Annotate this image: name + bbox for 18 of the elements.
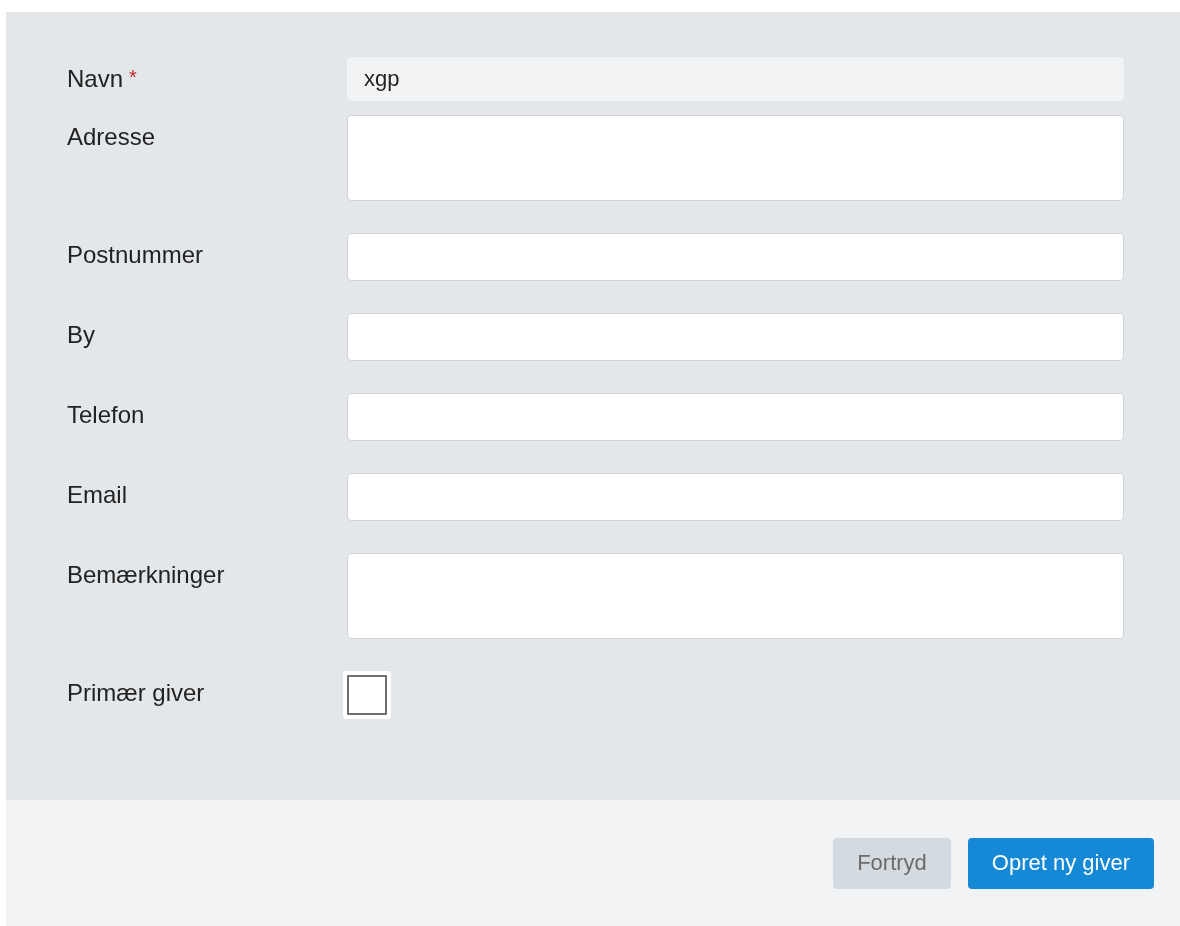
- input-field[interactable]: xgp: [347, 57, 1124, 101]
- field-label: Navn: [67, 67, 124, 91]
- input-field[interactable]: [347, 393, 1124, 441]
- text-area[interactable]: [347, 115, 1124, 201]
- field-label: Postnummer: [67, 243, 204, 267]
- input-field[interactable]: [347, 233, 1124, 281]
- field-label: Bemærkninger: [67, 563, 225, 587]
- input-field[interactable]: [347, 313, 1124, 361]
- cancel-button[interactable]: Fortryd: [833, 837, 951, 889]
- field-label: Adresse: [67, 125, 156, 149]
- field-label: Email: [67, 483, 127, 507]
- field-label: Primær giver: [67, 681, 205, 705]
- field-label: Telefon: [67, 403, 145, 427]
- input-field[interactable]: [347, 473, 1124, 521]
- required-mark: *: [129, 67, 137, 90]
- field-label: By: [67, 323, 95, 347]
- create-button[interactable]: Opret ny giver: [967, 837, 1154, 889]
- text-area[interactable]: [347, 553, 1124, 639]
